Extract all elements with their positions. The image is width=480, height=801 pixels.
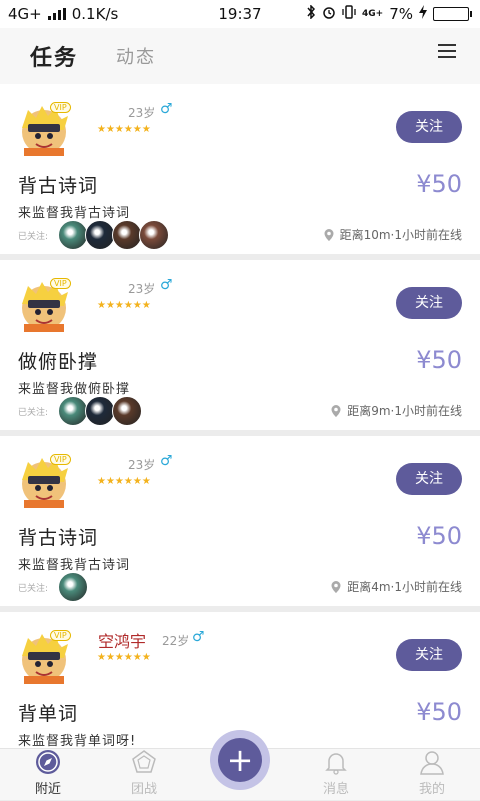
nav-team-battle[interactable]: 团战	[96, 749, 192, 801]
user-age: 23岁	[128, 106, 156, 120]
follower-avatar[interactable]	[58, 572, 88, 602]
location-info: 距离10m·1小时前在线	[324, 226, 462, 243]
task-price: ¥50	[416, 522, 462, 550]
task-title[interactable]: 背古诗词	[18, 523, 98, 550]
task-price: ¥50	[416, 698, 462, 726]
avatar[interactable]: VIP	[18, 278, 78, 332]
follower-list	[58, 396, 142, 426]
follower-avatar[interactable]	[58, 396, 88, 426]
bell-icon	[323, 749, 349, 775]
vibrate-icon	[342, 5, 356, 23]
follower-avatar[interactable]	[85, 220, 115, 250]
nav-profile-label: 我的	[418, 782, 445, 797]
rating-stars: ★★★★★★	[97, 124, 151, 135]
task-card[interactable]: VIP 23岁 ♂ ★★★★★★ 关注 做俯卧撑 ¥50 来监督我做俯卧撑 已关…	[0, 260, 480, 430]
follower-avatar[interactable]	[58, 220, 88, 250]
nav-nearby[interactable]: 附近	[0, 749, 96, 801]
follower-avatar[interactable]	[85, 396, 115, 426]
follower-avatar[interactable]	[112, 220, 142, 250]
compass-icon	[35, 749, 61, 775]
status-left: 4G+ 0.1K/s	[8, 5, 118, 23]
follower-list	[58, 572, 88, 602]
rating-stars: ★★★★★★	[97, 300, 151, 311]
nav-messages[interactable]: 消息	[288, 749, 384, 801]
follow-button[interactable]: 关注	[396, 463, 462, 495]
follow-button[interactable]: 关注	[396, 287, 462, 319]
task-description: 来监督我做俯卧撑	[18, 382, 131, 397]
tab-feed[interactable]: 动态	[116, 43, 156, 69]
signal-icon	[47, 8, 66, 20]
pentagon-icon	[131, 749, 157, 775]
nav-profile[interactable]: 我的	[384, 749, 480, 801]
task-description: 来监督我背单词呀!	[18, 734, 137, 748]
nav-nearby-label: 附近	[34, 782, 61, 797]
network-type: 4G+	[8, 5, 42, 23]
status-right: 4G+ 7%	[306, 4, 472, 23]
avatar[interactable]: VIP	[18, 102, 78, 156]
avatar[interactable]: VIP	[18, 454, 78, 508]
follower-avatar[interactable]	[112, 396, 142, 426]
rating-stars: ★★★★★★	[97, 652, 151, 663]
task-card[interactable]: VIP 23岁 ♂ ★★★★★★ 关注 背古诗词 ¥50 来监督我背古诗词 已关…	[0, 436, 480, 606]
tab-tasks[interactable]: 任务	[30, 40, 78, 72]
task-description: 来监督我背古诗词	[18, 206, 131, 221]
task-card[interactable]: VIP 空鸿宇 22岁 ♂ ★★★★★★ 关注 背单词 ¥50 来监督我背单词呀…	[0, 612, 480, 748]
user-age: 23岁	[128, 458, 156, 472]
vip-badge: VIP	[50, 630, 71, 641]
task-title[interactable]: 做俯卧撑	[18, 347, 98, 374]
vip-badge: VIP	[50, 278, 71, 289]
status-bar: 4G+ 0.1K/s 19:37 4G+ 7%	[0, 0, 480, 28]
avatar[interactable]: VIP	[18, 630, 78, 684]
vip-badge: VIP	[50, 454, 71, 465]
male-gender-icon: ♂	[192, 629, 205, 645]
follow-button[interactable]: 关注	[396, 111, 462, 143]
followed-label: 已关注:	[18, 408, 49, 418]
location-pin-icon	[331, 404, 341, 417]
user-age: 22岁	[162, 634, 190, 648]
header: 任务 动态	[0, 28, 480, 84]
task-card[interactable]: VIP 23岁 ♂ ★★★★★★ 关注 背古诗词 ¥50 来监督我背古诗词 已关…	[0, 84, 480, 254]
vip-badge: VIP	[50, 102, 71, 113]
location-pin-icon	[331, 580, 341, 593]
rating-stars: ★★★★★★	[97, 476, 151, 487]
male-gender-icon: ♂	[160, 453, 173, 469]
task-price: ¥50	[416, 346, 462, 374]
alarm-icon	[322, 5, 336, 23]
network-badge: 4G+	[362, 9, 384, 19]
followed-label: 已关注:	[18, 232, 49, 242]
location-info: 距离9m·1小时前在线	[331, 402, 462, 419]
distance-online-text: 距离9m·1小时前在线	[347, 404, 462, 418]
task-description: 来监督我背古诗词	[18, 558, 131, 573]
bluetooth-icon	[306, 4, 316, 23]
task-title[interactable]: 背古诗词	[18, 171, 98, 198]
distance-online-text: 距离4m·1小时前在线	[347, 580, 462, 594]
followed-label: 已关注:	[18, 584, 49, 594]
male-gender-icon: ♂	[160, 101, 173, 117]
follow-button[interactable]: 关注	[396, 639, 462, 671]
task-list[interactable]: VIP 23岁 ♂ ★★★★★★ 关注 背古诗词 ¥50 来监督我背古诗词 已关…	[0, 84, 480, 748]
nav-team-battle-label: 团战	[130, 782, 157, 797]
nav-messages-label: 消息	[322, 782, 349, 797]
battery-percent: 7%	[389, 5, 413, 23]
network-speed: 0.1K/s	[71, 5, 119, 23]
distance-online-text: 距离10m·1小时前在线	[339, 228, 462, 242]
follower-list	[58, 220, 169, 250]
battery-icon	[433, 7, 472, 21]
male-gender-icon: ♂	[160, 277, 173, 293]
username[interactable]: 空鸿宇	[98, 628, 146, 652]
user-icon	[419, 749, 445, 775]
location-info: 距离4m·1小时前在线	[331, 578, 462, 595]
task-price: ¥50	[416, 170, 462, 198]
user-age: 23岁	[128, 282, 156, 296]
task-title[interactable]: 背单词	[18, 699, 78, 726]
charging-icon	[419, 5, 427, 23]
hamburger-menu-icon[interactable]	[438, 42, 456, 60]
location-pin-icon	[324, 228, 334, 241]
follower-avatar[interactable]	[139, 220, 169, 250]
add-task-button[interactable]: +	[210, 730, 270, 790]
plus-icon: +	[218, 738, 262, 782]
